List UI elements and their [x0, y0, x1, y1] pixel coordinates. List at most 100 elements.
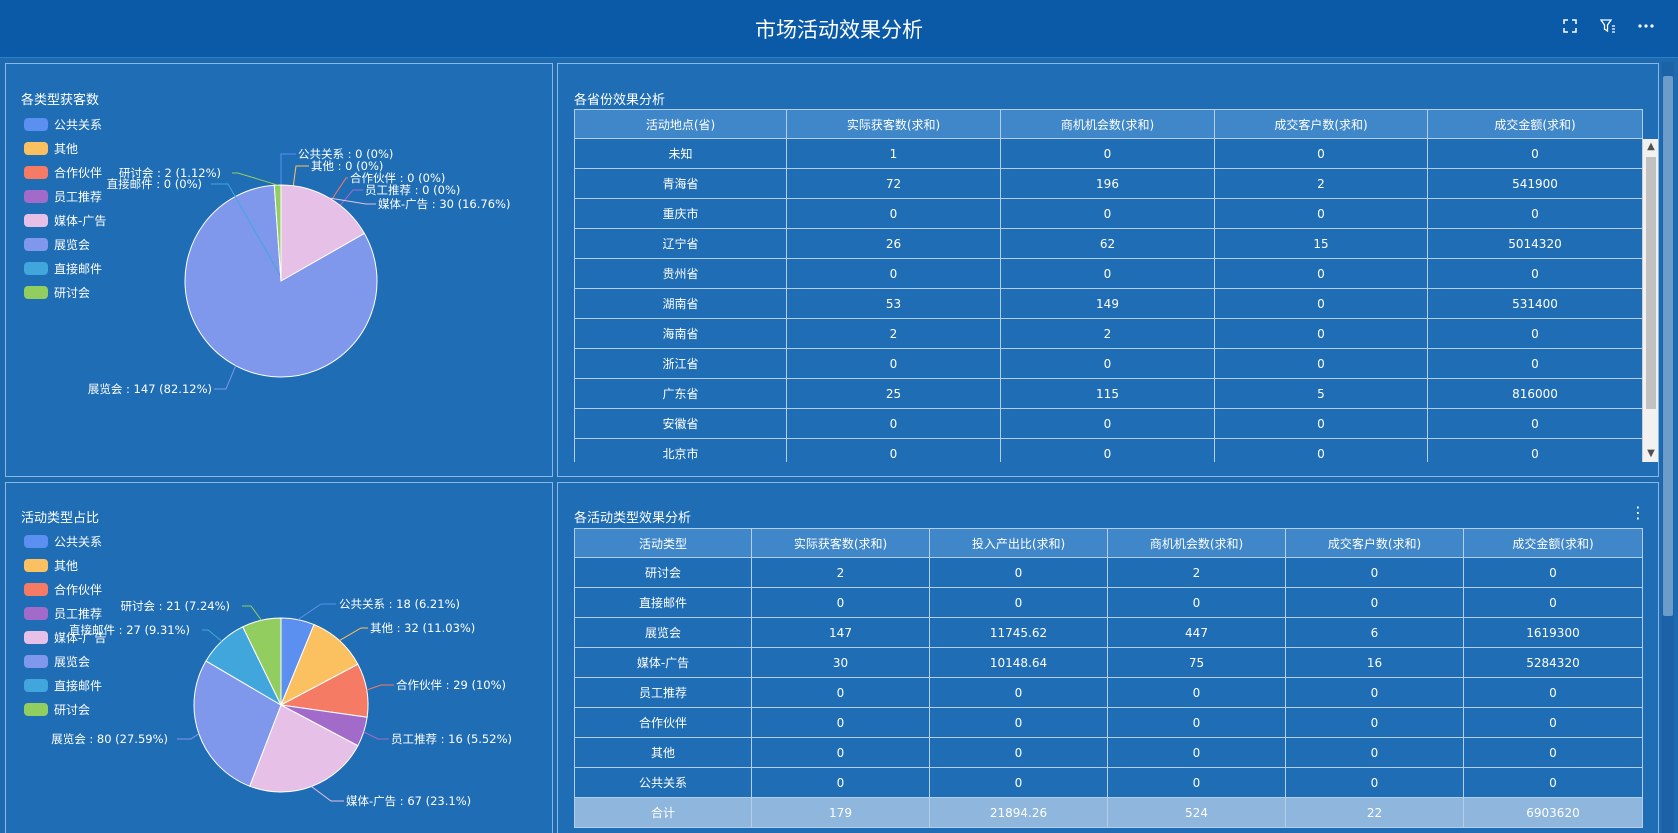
- table-cell: 15: [1214, 228, 1428, 259]
- legend-item[interactable]: 展览会: [24, 232, 106, 256]
- table-cell: 0: [1214, 288, 1428, 319]
- column-header[interactable]: 活动地点(省): [574, 109, 787, 139]
- legend-item[interactable]: 研讨会: [24, 280, 106, 304]
- legend-swatch: [24, 141, 48, 155]
- legend-swatch: [24, 678, 48, 692]
- column-header[interactable]: 成交客户数(求和): [1285, 528, 1464, 558]
- legend-label: 公共关系: [54, 117, 103, 132]
- table-cell: 1: [786, 138, 1001, 169]
- table-row[interactable]: 湖南省 53 149 0 531400: [574, 288, 1643, 319]
- scroll-up-icon[interactable]: ▲: [1643, 139, 1659, 155]
- total-cell: 6903620: [1463, 797, 1643, 828]
- panel-title: 各活动类型效果分析: [574, 511, 692, 526]
- data-label: 合作伙伴 : 29 (10%): [396, 678, 506, 692]
- table-row[interactable]: 青海省 72 196 2 541900: [574, 168, 1643, 199]
- column-header[interactable]: 实际获客数(求和): [786, 109, 1001, 139]
- table-row[interactable]: 展览会 147 11745.62 447 6 1619300: [574, 617, 1643, 648]
- table-row[interactable]: 北京市 0 0 0 0: [574, 438, 1643, 462]
- table-cell: 0: [1285, 677, 1464, 708]
- table-row[interactable]: 海南省 2 2 0 0: [574, 318, 1643, 349]
- total-row: 合计 179 21894.26 524 22 6903620: [574, 797, 1643, 828]
- scrollbar-thumb[interactable]: [1646, 157, 1656, 409]
- table-cell: 0: [929, 767, 1108, 798]
- legend-item[interactable]: 合作伙伴: [24, 160, 106, 184]
- table-row[interactable]: 直接邮件 0 0 0 0 0: [574, 587, 1643, 618]
- legend-item[interactable]: 媒体-广告: [24, 625, 106, 649]
- leader-line: [177, 733, 200, 740]
- table-row[interactable]: 媒体-广告 30 10148.64 75 16 5284320: [574, 647, 1643, 678]
- legend-item[interactable]: 其他: [24, 136, 106, 160]
- table-cell: 147: [751, 617, 930, 648]
- column-header[interactable]: 商机机会数(求和): [1000, 109, 1215, 139]
- column-header[interactable]: 商机机会数(求和): [1107, 528, 1286, 558]
- data-label: 员工推荐 : 0 (0%): [365, 183, 460, 197]
- panel-menu-icon[interactable]: ⋮: [1630, 503, 1646, 522]
- table-row[interactable]: 安徽省 0 0 0 0: [574, 408, 1643, 439]
- column-header[interactable]: 投入产出比(求和): [929, 528, 1108, 558]
- data-label: 员工推荐 : 16 (5.52%): [391, 732, 512, 746]
- table-cell: 0: [1000, 408, 1215, 439]
- more-icon[interactable]: [1636, 16, 1656, 36]
- table-row[interactable]: 辽宁省 26 62 15 5014320: [574, 228, 1643, 259]
- page-scrollbar[interactable]: [1662, 62, 1674, 833]
- panel-title: 活动类型占比: [21, 511, 100, 526]
- total-cell: 合计: [574, 797, 752, 828]
- table-row[interactable]: 未知 1 0 0 0: [574, 138, 1643, 169]
- data-label: 公共关系 : 18 (6.21%): [339, 597, 460, 611]
- leader-line: [366, 684, 394, 691]
- legend-item[interactable]: 合作伙伴: [24, 577, 106, 601]
- column-header[interactable]: 成交金额(求和): [1427, 109, 1643, 139]
- scroll-down-icon[interactable]: ▼: [1643, 446, 1659, 462]
- legend-item[interactable]: 其他: [24, 553, 106, 577]
- legend-item[interactable]: 媒体-广告: [24, 208, 106, 232]
- legend-item[interactable]: 员工推荐: [24, 601, 106, 625]
- leader-line: [242, 605, 262, 621]
- table-row[interactable]: 员工推荐 0 0 0 0 0: [574, 677, 1643, 708]
- table-cell: 北京市: [574, 438, 787, 462]
- table-cell: 展览会: [574, 617, 752, 648]
- legend-item[interactable]: 展览会: [24, 649, 106, 673]
- legend-item[interactable]: 直接邮件: [24, 673, 106, 697]
- table-row[interactable]: 其他 0 0 0 0 0: [574, 737, 1643, 768]
- column-header[interactable]: 成交金额(求和): [1463, 528, 1643, 558]
- legend-swatch: [24, 189, 48, 203]
- table-row[interactable]: 合作伙伴 0 0 0 0 0: [574, 707, 1643, 738]
- table-cell: 0: [1000, 258, 1215, 289]
- chart-legend: 公共关系其他合作伙伴员工推荐媒体-广告 展览会 直接邮件 研讨会: [24, 112, 106, 304]
- table-row[interactable]: 贵州省 0 0 0 0: [574, 258, 1643, 289]
- legend-label: 员工推荐: [54, 189, 103, 204]
- table-row[interactable]: 广东省 25 115 5 816000: [574, 378, 1643, 409]
- table-cell: 0: [1214, 408, 1428, 439]
- table-row[interactable]: 研讨会 2 0 2 0 0: [574, 557, 1643, 588]
- legend-item[interactable]: 研讨会: [24, 697, 106, 721]
- data-label: 媒体-广告 : 67 (23.1%): [346, 794, 471, 808]
- legend-swatch: [24, 261, 48, 275]
- fullscreen-icon[interactable]: [1560, 16, 1580, 36]
- column-header[interactable]: 实际获客数(求和): [751, 528, 930, 558]
- table-cell: 浙江省: [574, 348, 787, 379]
- table-row[interactable]: 浙江省 0 0 0 0: [574, 348, 1643, 379]
- legend-item[interactable]: 公共关系: [24, 112, 106, 136]
- legend-item[interactable]: 直接邮件: [24, 256, 106, 280]
- legend-label: 其他: [54, 558, 79, 573]
- table-cell: 辽宁省: [574, 228, 787, 259]
- province-table-viewport[interactable]: 活动地点(省) 实际获客数(求和) 商机机会数(求和) 成交客户数(求和) 成交金额(求…: [574, 109, 1660, 462]
- legend-item[interactable]: 员工推荐: [24, 184, 106, 208]
- legend-label: 员工推荐: [54, 606, 103, 621]
- data-label: 其他 : 32 (11.03%): [370, 621, 475, 635]
- legend-label: 媒体-广告: [54, 630, 107, 645]
- column-header[interactable]: 成交客户数(求和): [1214, 109, 1428, 139]
- table-scrollbar[interactable]: ▲ ▼: [1642, 139, 1658, 462]
- table-cell: 531400: [1427, 288, 1643, 319]
- table-cell: 5284320: [1463, 647, 1643, 678]
- legend-swatch: [24, 237, 48, 251]
- legend-item[interactable]: 公共关系: [24, 529, 106, 553]
- legend-label: 合作伙伴: [54, 165, 103, 180]
- leader-line: [363, 731, 389, 740]
- page-scrollbar-thumb[interactable]: [1663, 76, 1673, 616]
- table-row[interactable]: 公共关系 0 0 0 0 0: [574, 767, 1643, 798]
- column-header[interactable]: 活动类型: [574, 528, 752, 558]
- filter-icon[interactable]: [1598, 16, 1618, 36]
- table-cell: 重庆市: [574, 198, 787, 229]
- table-row[interactable]: 重庆市 0 0 0 0: [574, 198, 1643, 229]
